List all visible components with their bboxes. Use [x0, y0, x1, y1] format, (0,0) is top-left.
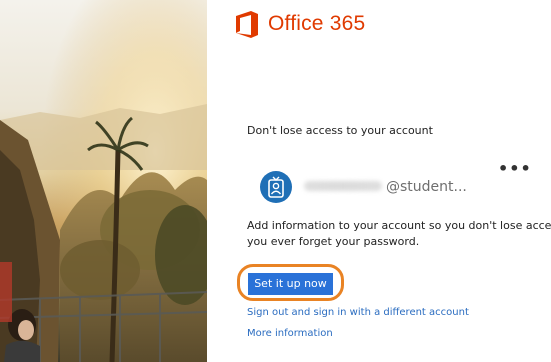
brand-header: Office 365 — [234, 9, 365, 39]
message-line-1: Add information to your account so you d… — [247, 219, 551, 232]
page-heading: Don't lose access to your account — [247, 124, 433, 137]
signin-panel: Office 365 Don't lose access to your acc… — [207, 0, 551, 362]
sign-out-link[interactable]: Sign out and sign in with a different ac… — [247, 307, 469, 318]
ellipsis-icon[interactable]: ••• — [498, 161, 532, 177]
id-badge-icon — [268, 176, 284, 198]
security-message: Add information to your account so you d… — [247, 218, 551, 250]
set-it-up-now-button[interactable]: Set it up now — [248, 273, 333, 295]
account-name: @student... — [304, 179, 467, 195]
account-domain: @student... — [386, 179, 467, 195]
avatar — [260, 171, 292, 203]
background-photo — [0, 0, 207, 362]
office-logo-icon — [236, 10, 258, 38]
message-line-2: you ever forget your password. — [247, 235, 420, 248]
signin-window: Office 365 Don't lose access to your acc… — [0, 0, 551, 362]
more-information-link[interactable]: More information — [247, 328, 333, 339]
redacted-username — [304, 181, 382, 191]
scenic-photo-art — [0, 0, 207, 362]
account-tile: @student... — [260, 171, 467, 203]
brand-name: Office 365 — [268, 12, 366, 35]
